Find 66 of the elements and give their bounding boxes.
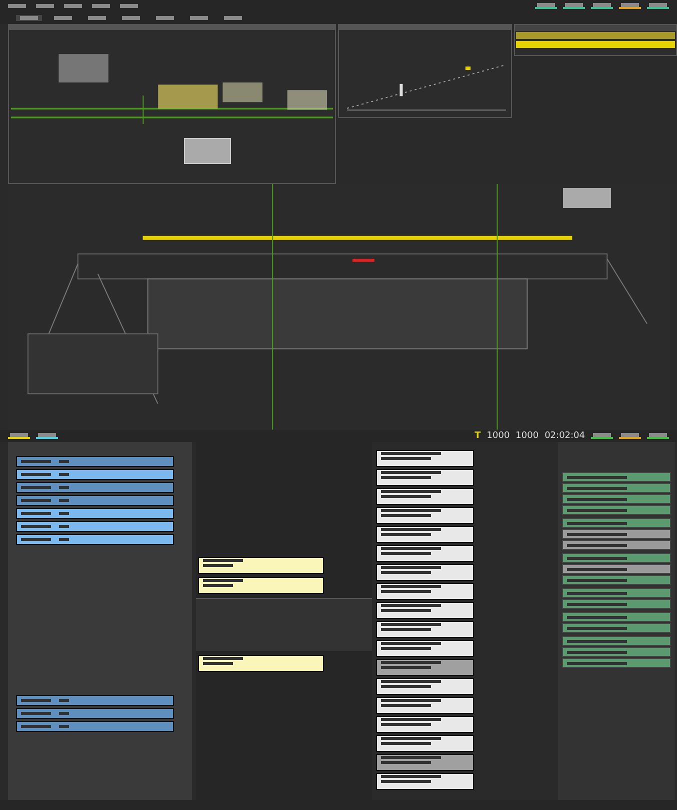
flight-strip[interactable] — [198, 655, 324, 672]
status-indicator[interactable] — [647, 433, 669, 439]
flight-strip[interactable] — [376, 773, 474, 790]
message-row[interactable] — [562, 505, 671, 515]
status-indicator[interactable] — [563, 3, 585, 9]
flight-strip[interactable] — [376, 754, 474, 771]
message-row[interactable] — [562, 494, 671, 504]
status-indicator[interactable] — [535, 3, 557, 9]
message-row[interactable] — [562, 612, 671, 622]
info-popup — [184, 138, 231, 164]
message-row[interactable] — [562, 540, 671, 550]
flight-strip[interactable] — [376, 735, 474, 752]
message-row[interactable] — [562, 553, 671, 563]
message-row[interactable] — [562, 518, 671, 528]
flight-strip[interactable] — [376, 640, 474, 657]
status-indicator[interactable] — [647, 3, 669, 9]
flight-strip[interactable] — [198, 577, 324, 594]
status-indicator[interactable] — [591, 3, 613, 9]
flight-strip[interactable] — [376, 716, 474, 733]
arrival-row[interactable] — [16, 482, 174, 493]
flight-strip[interactable] — [376, 621, 474, 638]
message-row[interactable] — [562, 564, 671, 574]
message-row[interactable] — [562, 483, 671, 493]
message-row[interactable] — [562, 472, 671, 482]
mode-indicator: T — [474, 431, 481, 441]
arrival-row[interactable] — [16, 469, 174, 480]
departure-row[interactable] — [16, 695, 174, 706]
flight-strip[interactable] — [376, 469, 474, 486]
flight-strip[interactable] — [376, 697, 474, 714]
flight-strip[interactable] — [376, 602, 474, 619]
flight-strip[interactable] — [376, 450, 474, 467]
status-indicator[interactable] — [619, 3, 641, 9]
message-row[interactable] — [562, 588, 671, 598]
map-popup — [563, 188, 611, 208]
message-row[interactable] — [562, 599, 671, 609]
flight-strip[interactable] — [376, 545, 474, 562]
status-indicator[interactable] — [619, 433, 641, 439]
message-row[interactable] — [562, 623, 671, 633]
flight-strip[interactable] — [376, 488, 474, 505]
flight-strip[interactable] — [376, 526, 474, 543]
flight-strip[interactable] — [376, 564, 474, 581]
departure-row[interactable] — [16, 721, 174, 732]
flight-strip[interactable] — [376, 583, 474, 600]
message-row[interactable] — [562, 529, 671, 539]
clock-time: 02:02:04 — [544, 431, 585, 441]
arrival-row[interactable] — [16, 456, 174, 467]
message-row[interactable] — [562, 658, 671, 668]
message-row[interactable] — [562, 636, 671, 646]
flight-strip[interactable] — [376, 507, 474, 524]
message-row[interactable] — [562, 575, 671, 585]
flight-strip[interactable] — [376, 659, 474, 676]
flight-strip[interactable] — [376, 678, 474, 695]
flight-strip[interactable] — [198, 557, 324, 574]
message-row[interactable] — [562, 647, 671, 657]
arrival-row[interactable] — [16, 508, 174, 519]
status-indicator[interactable] — [591, 433, 613, 439]
toolbar-tab[interactable] — [16, 15, 42, 21]
stop-bar — [352, 258, 374, 262]
arrival-row[interactable] — [16, 495, 174, 506]
altitude-reading: 1000 — [516, 431, 539, 441]
arrival-row[interactable] — [16, 534, 174, 545]
altitude-reading: 1000 — [486, 431, 510, 441]
departure-row[interactable] — [16, 708, 174, 719]
filter-indicator[interactable] — [8, 433, 30, 439]
arrival-row[interactable] — [16, 521, 174, 532]
filter-indicator[interactable] — [36, 433, 58, 439]
